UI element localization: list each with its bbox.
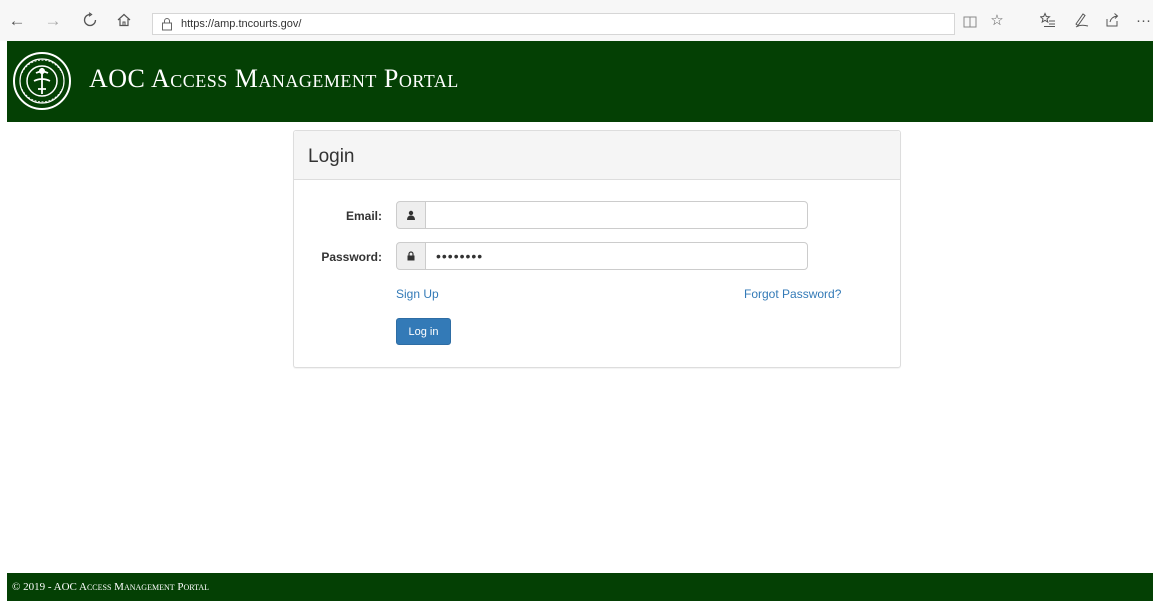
court-seal-logo bbox=[13, 52, 71, 110]
url-text: https://amp.tncourts.gov/ bbox=[181, 18, 302, 30]
login-panel-heading: Login bbox=[294, 131, 900, 180]
password-label: Password: bbox=[321, 250, 382, 264]
login-button[interactable]: Log in bbox=[396, 318, 451, 345]
password-input-group bbox=[396, 242, 808, 270]
refresh-icon[interactable] bbox=[81, 12, 99, 30]
login-panel: Login Email: Password: Sign Up Forgot Pa… bbox=[293, 130, 901, 368]
site-footer: © 2019 - AOC Access Management Portal bbox=[7, 573, 1153, 601]
lock-icon bbox=[396, 242, 426, 270]
forgot-password-link[interactable]: Forgot Password? bbox=[744, 287, 841, 301]
address-bar[interactable]: https://amp.tncourts.gov/ bbox=[152, 13, 955, 35]
browser-toolbar: ← → https://amp.tncourts.gov/ ☆ ··· bbox=[0, 0, 1153, 41]
home-icon[interactable] bbox=[115, 12, 133, 30]
pen-notes-icon[interactable] bbox=[1072, 12, 1090, 30]
share-icon[interactable] bbox=[1103, 12, 1121, 30]
site-title: AOC Access Management Portal bbox=[89, 64, 459, 93]
login-title: Login bbox=[308, 146, 355, 167]
forward-arrow-icon[interactable]: → bbox=[44, 12, 62, 30]
reading-view-icon[interactable] bbox=[963, 16, 977, 28]
favorites-list-icon[interactable] bbox=[1039, 12, 1057, 30]
email-input-group bbox=[396, 201, 808, 229]
site-header: AOC Access Management Portal bbox=[7, 41, 1153, 122]
email-label: Email: bbox=[345, 209, 382, 223]
user-icon bbox=[396, 201, 426, 229]
favorite-star-icon[interactable]: ☆ bbox=[988, 12, 1006, 30]
password-input[interactable] bbox=[425, 242, 808, 270]
sign-up-link[interactable]: Sign Up bbox=[396, 287, 439, 301]
more-options-icon[interactable]: ··· bbox=[1136, 12, 1151, 30]
lock-icon bbox=[162, 18, 172, 31]
footer-copyright: © 2019 - AOC Access Management Portal bbox=[12, 581, 210, 593]
back-arrow-icon[interactable]: ← bbox=[8, 12, 26, 30]
email-input[interactable] bbox=[425, 201, 808, 229]
